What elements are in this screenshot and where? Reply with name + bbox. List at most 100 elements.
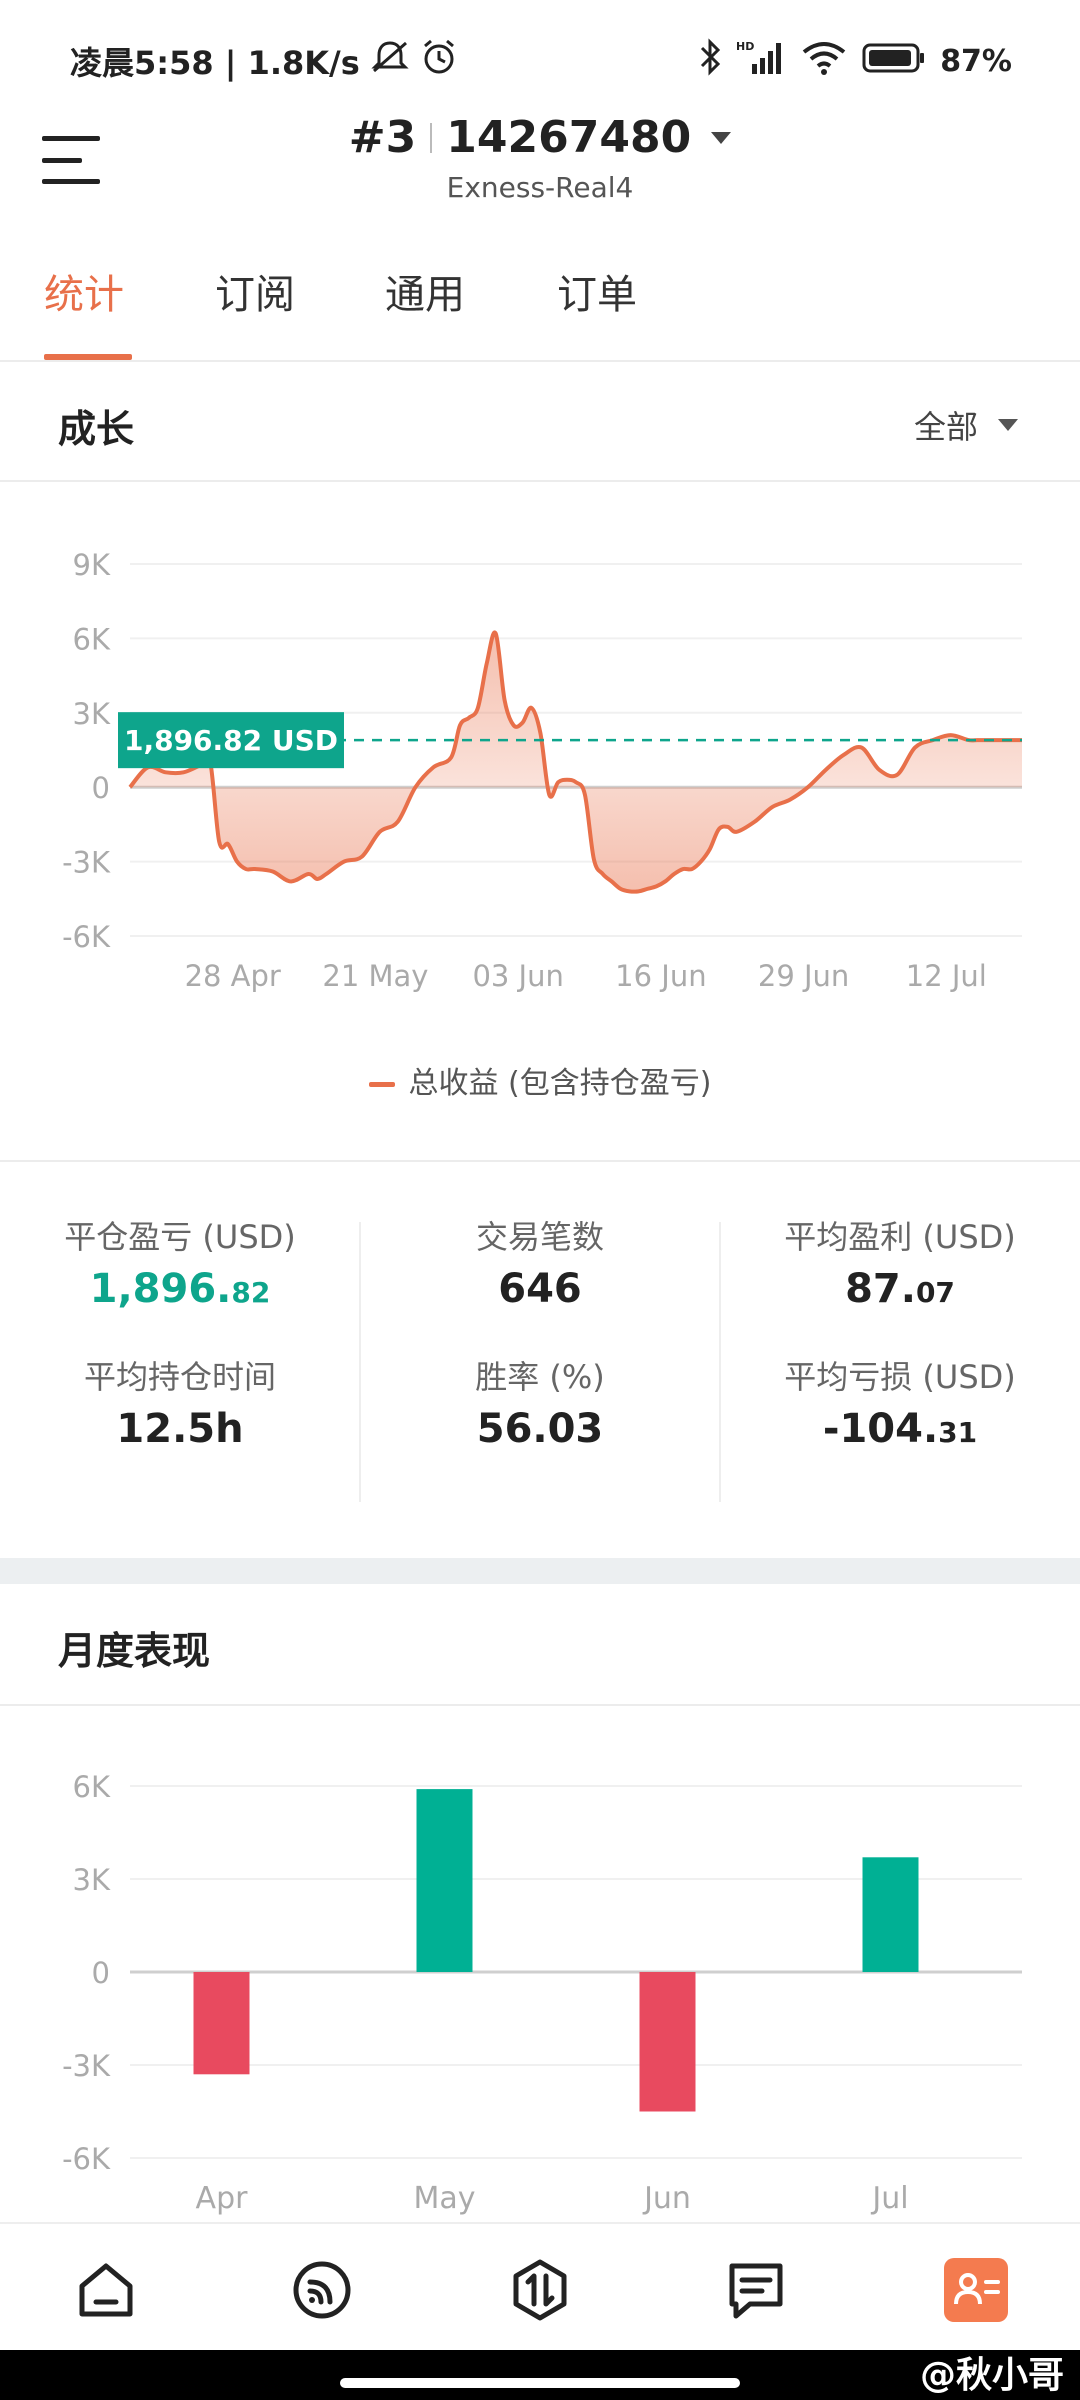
- tab-subscriptions[interactable]: 订阅: [215, 262, 295, 320]
- y-tick-label: 9K: [73, 548, 111, 582]
- trades-label: 交易笔数: [475, 1218, 604, 1256]
- y-tick-label: 0: [92, 771, 110, 805]
- avg-profit-value: 87.07: [720, 1266, 1080, 1312]
- x-tick-label: 12 Jul: [906, 959, 987, 993]
- y-tick-label: -3K: [62, 2049, 111, 2083]
- bluetooth-icon: [698, 38, 722, 84]
- x-tick-label: 28 Apr: [185, 959, 281, 993]
- growth-chart-svg: 9K 6K 3K 0 -3K -6K 28 Apr 21 May 03 Jun 16 Jun 29 …: [62, 548, 1022, 993]
- x-tick-label: Jul: [870, 2181, 908, 2216]
- nav-messages[interactable]: [724, 2258, 788, 2322]
- y-tick-label: 6K: [73, 622, 111, 656]
- x-tick-label: May: [413, 2181, 475, 2216]
- monthly-chart[interactable]: 6K 3K 0 -3K -6K Apr May Jun Jul: [0, 1706, 1080, 2222]
- bottom-nav: [0, 2222, 1080, 2350]
- status-time-speed: 凌晨5:58 | 1.8K/s: [70, 44, 360, 82]
- gesture-area: [0, 2350, 1080, 2400]
- avg-hold-label: 平均持仓时间: [83, 1358, 276, 1396]
- profile-card-icon: [954, 2273, 1000, 2305]
- signal-icon: HD: [736, 38, 786, 84]
- current-value-label: 1,896.82 USD: [124, 724, 338, 757]
- tab-active-indicator: [44, 354, 132, 360]
- avg-hold-value: 12.5h: [116, 1406, 244, 1452]
- stats-col-3: 平均盈利 (USD) 87.07 平均亏损 (USD) -104.31: [720, 1212, 1080, 1452]
- growth-legend[interactable]: 总收益 (包含持仓盈亏): [0, 1058, 1080, 1102]
- month-bar: [639, 1972, 696, 2112]
- y-tick-label: -6K: [62, 2142, 111, 2176]
- battery-percent: 87%: [940, 43, 1012, 79]
- x-tick-label: 03 Jun: [472, 959, 563, 993]
- legend-swatch: [368, 1082, 395, 1087]
- avg-profit-label: 平均盈利 (USD): [784, 1218, 1016, 1256]
- account-separator: [430, 122, 433, 153]
- signal-hd-label: HD: [736, 40, 754, 53]
- x-tick-label: Apr: [196, 2181, 249, 2216]
- watermark: @秋小哥: [919, 2355, 1064, 2396]
- closed-pl-int: 1,896.: [89, 1266, 232, 1312]
- avg-profit-int: 87.: [845, 1266, 916, 1312]
- avg-loss-value: -104.31: [720, 1406, 1080, 1452]
- month-bar: [862, 1857, 919, 1972]
- x-tick-label: 29 Jun: [758, 959, 849, 993]
- x-tick-label: 16 Jun: [615, 959, 706, 993]
- account-index: #3: [348, 112, 417, 163]
- nav-signals[interactable]: [290, 2258, 354, 2322]
- nav-home[interactable]: [74, 2258, 138, 2322]
- account-server: Exness-Real4: [446, 171, 634, 204]
- avg-loss-int: -104.: [822, 1406, 939, 1452]
- chevron-down-icon[interactable]: [711, 131, 732, 144]
- wifi-icon: [800, 38, 848, 84]
- y-tick-label: 6K: [73, 1770, 111, 1804]
- stats-col-1: 平仓盈亏 (USD) 1,896.82 平均持仓时间 12.5h: [0, 1212, 360, 1452]
- battery-icon: [862, 39, 926, 83]
- period-filter-dropdown[interactable]: 全部: [914, 402, 1018, 448]
- message-icon: [729, 2263, 783, 2319]
- status-left: 凌晨5:58 | 1.8K/s: [70, 38, 458, 84]
- tab-bar: 统计 订阅 通用 订单: [0, 222, 1080, 362]
- trades-value: 646: [498, 1266, 582, 1312]
- x-tick-label: 21 May: [322, 959, 428, 993]
- app-header: #3 14267480 Exness-Real4: [0, 110, 1080, 222]
- account-line[interactable]: #3 14267480: [348, 112, 732, 163]
- mute-notification-icon: [370, 39, 410, 83]
- closed-pl-dec: 82: [231, 1276, 271, 1309]
- win-rate-value: 56.03: [476, 1406, 604, 1452]
- status-right: HD 87%: [698, 38, 1012, 84]
- stats-panel: 平仓盈亏 (USD) 1,896.82 平均持仓时间 12.5h 交易笔数 64…: [0, 1160, 1080, 1560]
- status-bar: 凌晨5:58 | 1.8K/s HD 87%: [0, 0, 1080, 110]
- account-selector[interactable]: #3 14267480 Exness-Real4: [0, 112, 1080, 204]
- trade-arrows-icon: [513, 2259, 567, 2321]
- avg-loss-label: 平均亏损 (USD): [784, 1358, 1016, 1396]
- avg-loss-dec: 31: [938, 1416, 978, 1449]
- nav-trade[interactable]: [508, 2258, 572, 2322]
- y-tick-label: -3K: [62, 846, 111, 880]
- monthly-chart-svg: 6K 3K 0 -3K -6K Apr May Jun Jul: [62, 1770, 1022, 2216]
- growth-title: 成长: [58, 407, 135, 451]
- month-bar: [193, 1972, 250, 2075]
- tab-statistics[interactable]: 统计: [44, 262, 124, 320]
- month-bar: [416, 1789, 473, 1972]
- monthly-title: 月度表现: [58, 1629, 211, 1673]
- tab-orders[interactable]: 订单: [557, 262, 637, 320]
- nav-profile[interactable]: [944, 2258, 1008, 2322]
- monthly-header: 月度表现: [0, 1584, 1080, 1706]
- y-tick-label: 0: [92, 1956, 110, 1990]
- legend-label: 总收益 (包含持仓盈亏): [408, 1066, 712, 1101]
- closed-pl-value: 1,896.82: [0, 1266, 360, 1312]
- section-gap: [0, 1558, 1080, 1584]
- account-number: 14267480: [446, 112, 692, 163]
- stats-col-2: 交易笔数 646 胜率 (%) 56.03: [360, 1212, 720, 1452]
- y-tick-label: 3K: [73, 1863, 111, 1897]
- home-icon: [79, 2263, 133, 2317]
- x-tick-label: Jun: [642, 2181, 691, 2216]
- y-tick-label: 3K: [73, 697, 111, 731]
- y-tick-label: -6K: [62, 920, 111, 954]
- growth-header: 成长 全部: [0, 362, 1080, 482]
- chevron-down-icon: [998, 419, 1018, 431]
- home-gesture-handle[interactable]: [340, 2378, 740, 2388]
- growth-chart[interactable]: 9K 6K 3K 0 -3K -6K 28 Apr 21 May 03 Jun 16 Jun 29 …: [0, 484, 1080, 1004]
- closed-pl-label: 平仓盈亏 (USD): [64, 1218, 296, 1256]
- win-rate-label: 胜率 (%): [475, 1358, 605, 1396]
- period-filter-label: 全部: [913, 408, 978, 446]
- tab-general[interactable]: 通用: [385, 262, 465, 320]
